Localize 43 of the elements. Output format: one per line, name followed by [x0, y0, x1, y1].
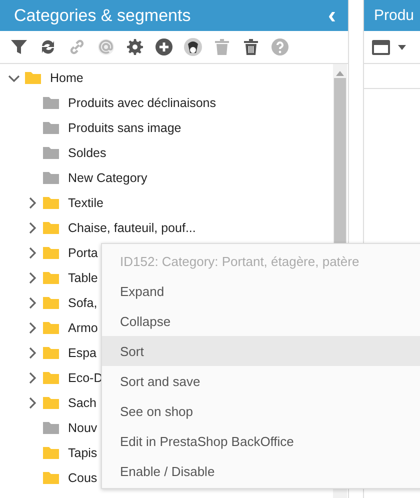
- filter-icon: [10, 38, 28, 56]
- tree-item[interactable]: Produits avec déclinaisons: [68, 96, 216, 110]
- link-icon: [68, 38, 86, 56]
- at-sign-icon: [97, 38, 115, 56]
- help-icon: [271, 38, 289, 56]
- tree-item[interactable]: Porta: [68, 246, 98, 260]
- toolbar-button[interactable]: [125, 37, 145, 57]
- trash-icon: [242, 38, 260, 56]
- panel-title: Categories & segments: [14, 6, 191, 26]
- menu-item[interactable]: Collapse: [102, 306, 420, 336]
- tree-item[interactable]: Soldes: [68, 146, 106, 160]
- caret-icon[interactable]: [398, 44, 406, 50]
- tree-item[interactable]: Produits sans image: [68, 120, 182, 134]
- panel-title: Produ: [374, 7, 414, 24]
- tree-item[interactable]: New Category: [68, 170, 148, 184]
- toolbar-button[interactable]: [9, 37, 29, 57]
- trash-icon: [213, 38, 231, 56]
- tree-item[interactable]: Nouv: [68, 420, 98, 434]
- settings-icon: [126, 38, 144, 56]
- tree-item[interactable]: Chaise, fauteuil, pouf...: [68, 220, 196, 234]
- toolbar-button[interactable]: [241, 37, 261, 57]
- menu-item[interactable]: Sort and save: [102, 366, 420, 396]
- tree-item[interactable]: Home: [50, 70, 84, 84]
- toolbar-button[interactable]: [183, 37, 203, 57]
- menu-item[interactable]: Edit in PrestaShop BackOffice: [102, 426, 420, 456]
- menu-item[interactable]: Sort: [102, 336, 420, 366]
- tree-item[interactable]: Textile: [68, 196, 104, 210]
- add-icon: [155, 38, 173, 56]
- tree-item[interactable]: Table: [68, 270, 98, 284]
- tree-item[interactable]: Cous: [68, 470, 98, 484]
- toolbar-button[interactable]: [154, 37, 174, 57]
- menu-item[interactable]: Enable / Disable: [102, 456, 420, 486]
- window-icon[interactable]: [372, 40, 390, 54]
- tree-item[interactable]: Tapis: [68, 446, 98, 460]
- tree-item[interactable]: Espa: [68, 346, 96, 360]
- tree-item[interactable]: Armo: [68, 320, 98, 334]
- menu-item[interactable]: See on shop: [102, 396, 420, 426]
- menu-title: ID152: Category: Portant, étagère, patère: [119, 252, 360, 271]
- menu-item[interactable]: Expand: [102, 276, 420, 306]
- refresh-icon: [39, 38, 57, 56]
- tree-item[interactable]: Sach: [68, 396, 96, 410]
- tree-item[interactable]: Sofa,: [68, 296, 98, 310]
- avatar-icon: [184, 38, 202, 56]
